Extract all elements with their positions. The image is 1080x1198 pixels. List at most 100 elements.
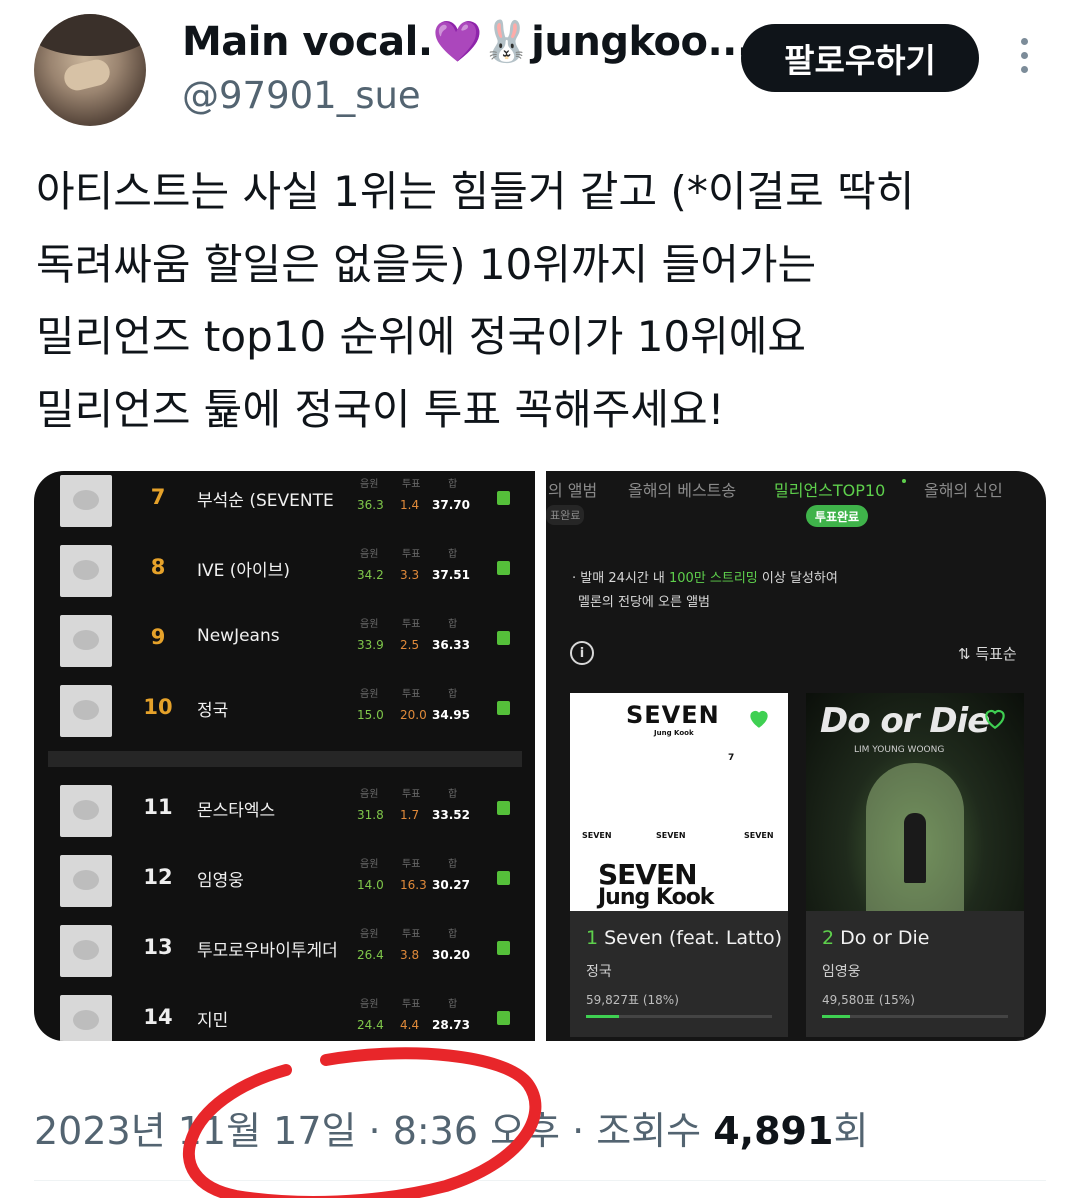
album-title: 2 Do or Die	[822, 927, 1018, 949]
vote-icon	[497, 561, 510, 575]
cover-title: SEVEN	[626, 701, 720, 729]
album-votes: 49,580표 (15%)	[822, 993, 915, 1007]
total-score: 33.52	[432, 808, 470, 822]
cover-number: 7	[728, 753, 735, 763]
heart-outline-icon	[985, 709, 1005, 730]
desc-prefix: 발매 24시간 내	[580, 571, 670, 586]
artist-name: 부석순 (SEVENTE	[197, 491, 334, 511]
column-label: 투표	[402, 929, 421, 940]
album-votes: 59,827표 (18%)	[586, 993, 679, 1007]
column-label: 합	[448, 619, 458, 630]
rank-number: 11	[143, 795, 173, 819]
artist-thumbnail	[60, 925, 112, 977]
tweet-meta: 2023년 11월 17일 · 8:36 오후 · 조회수 4,891회	[34, 1100, 868, 1155]
vote-icon	[497, 631, 510, 645]
column-label: 투표	[402, 549, 421, 560]
desc-suffix: 이상 달성하여	[757, 571, 838, 586]
stream-score: 26.4	[357, 948, 384, 962]
info-icon: i	[570, 641, 594, 665]
vote-icon	[497, 801, 510, 815]
rank-number: 12	[143, 865, 173, 889]
artist-thumbnail	[60, 995, 112, 1041]
column-label: 합	[448, 929, 458, 940]
vote-icon	[497, 701, 510, 715]
tweet-line: 아티스트는 사실 1위는 힘들거 같고 (*이걸로 딱히	[36, 167, 915, 216]
vote-share-bar	[822, 1015, 1008, 1018]
artist-name: 지민	[197, 1011, 229, 1031]
active-dot	[902, 479, 906, 483]
avatar[interactable]	[34, 14, 146, 126]
category-description: · 발매 24시간 내 100만 스트리밍 이상 달성하여 멜론의 전당에 오른…	[572, 567, 838, 615]
vote-share-fill	[822, 1015, 850, 1018]
artist-thumbnail	[60, 615, 112, 667]
vote-score: 20.0	[400, 708, 427, 722]
desc-highlight: 100만 스트리밍	[669, 571, 758, 586]
total-score: 30.20	[432, 948, 470, 962]
vote-icon	[497, 491, 510, 505]
column-label: 투표	[402, 689, 421, 700]
more-options-icon[interactable]	[1014, 38, 1034, 80]
artist-name: 정국	[197, 701, 229, 721]
column-label: 합	[448, 789, 458, 800]
desc-line2: 멜론의 전당에 오른 앨범	[578, 595, 710, 610]
column-label: 투표	[402, 479, 421, 490]
album-title-text: Seven (feat. Latto)	[604, 927, 782, 949]
ranking-row: 13 투모로우바이투게더 음원 투표 합 26.4 3.8 30.20	[34, 921, 535, 991]
stream-score: 33.9	[357, 638, 384, 652]
cover-figure	[904, 813, 926, 883]
tweet-line: 밀리언즈 튩에 정국이 투표 꼭해주세요!	[36, 384, 725, 434]
album-card: SEVEN Jung Kook 7 SEVEN SEVEN SEVEN SEVE…	[570, 693, 788, 1037]
column-label: 합	[448, 479, 458, 490]
album-artist: 임영웅	[822, 964, 861, 980]
column-label: 투표	[402, 999, 421, 1010]
tweet-media[interactable]: 7 부석순 (SEVENTE 음원 투표 합 36.3 1.4 37.70 8 …	[34, 471, 1046, 1041]
artist-thumbnail	[60, 475, 112, 527]
artist-name: NewJeans	[197, 626, 280, 646]
tab-rookie: 올해의 신인	[924, 481, 1003, 500]
tab-best-song: 올해의 베스트송	[628, 481, 737, 500]
column-label: 투표	[402, 859, 421, 870]
cover-big-line: SEVEN	[598, 858, 698, 891]
media-image-albums[interactable]: 의 앨범 올해의 베스트송 밀리언스TOP10 올해의 신인 표완료 투표완료 …	[546, 471, 1046, 1041]
artist-name: 임영웅	[197, 871, 244, 891]
vote-done-badge: 투표완료	[806, 505, 868, 527]
rank-number: 13	[143, 935, 173, 959]
tweet-timestamp[interactable]: 2023년 11월 17일 · 8:36 오후 ·	[34, 1109, 596, 1153]
sort-by-votes-button: ⇅ 득표순	[958, 645, 1017, 663]
avatar-hair	[34, 14, 146, 56]
follow-button[interactable]: 팔로우하기	[741, 24, 979, 92]
artist-thumbnail	[60, 685, 112, 737]
display-name[interactable]: Main vocal.💜🐰jungkoo...	[182, 18, 752, 65]
stream-score: 36.3	[357, 498, 384, 512]
rank-number: 10	[143, 695, 173, 719]
ranking-row: 12 임영웅 음원 투표 합 14.0 16.3 30.27	[34, 851, 535, 921]
cover-text-mid: SEVEN	[656, 831, 686, 840]
media-image-ranking[interactable]: 7 부석순 (SEVENTE 음원 투표 합 36.3 1.4 37.70 8 …	[34, 471, 535, 1041]
user-handle[interactable]: @97901_sue	[182, 74, 421, 117]
cover-logo: Do or Die	[820, 701, 990, 741]
vote-score: 1.4	[400, 498, 420, 512]
cover-big-line2: Jung Kook	[598, 885, 714, 910]
cover-big-title: SEVEN Jung Kook	[598, 858, 714, 910]
column-label: 음원	[360, 999, 379, 1010]
ranking-row: 9 NewJeans 음원 투표 합 33.9 2.5 36.33	[34, 611, 535, 681]
vote-score: 4.4	[400, 1018, 420, 1032]
total-score: 37.51	[432, 568, 470, 582]
divider	[34, 1180, 1046, 1181]
avatar-hand	[61, 56, 113, 94]
total-score: 30.27	[432, 878, 470, 892]
column-label: 음원	[360, 859, 379, 870]
column-label: 음원	[360, 929, 379, 940]
album-cover-do-or-die: Do or Die LIM YOUNG WOONG	[806, 693, 1024, 911]
total-score: 37.70	[432, 498, 470, 512]
vote-score: 1.7	[400, 808, 420, 822]
vote-share-bar	[586, 1015, 772, 1018]
vote-score: 3.8	[400, 948, 420, 962]
column-label: 합	[448, 999, 458, 1010]
column-label: 투표	[402, 619, 421, 630]
column-label: 음원	[360, 619, 379, 630]
vote-score: 2.5	[400, 638, 420, 652]
views-unit: 회	[833, 1109, 869, 1153]
cover-subtitle: LIM YOUNG WOONG	[854, 745, 945, 755]
tweet-text: 아티스트는 사실 1위는 힘들거 같고 (*이걸로 딱히 독려싸움 할일은 없을…	[36, 156, 1046, 446]
